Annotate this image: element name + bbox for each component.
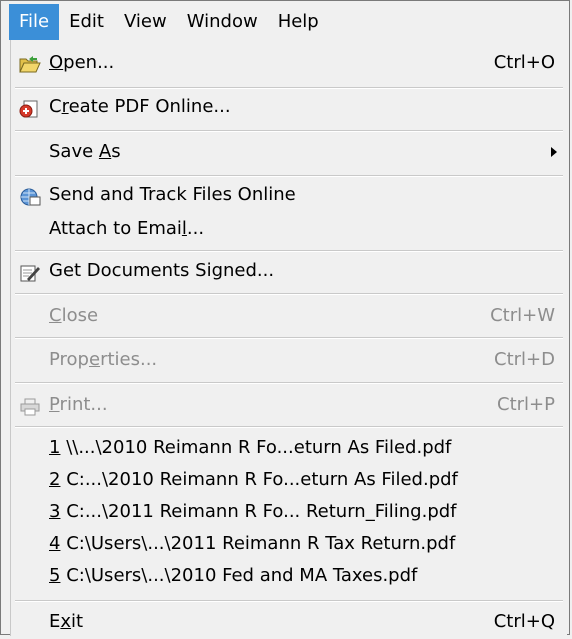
separator: [15, 426, 563, 428]
menu-item-save-as[interactable]: Save As: [11, 135, 567, 169]
recent-file-label: 2 C:...\2010 Reimann R Fo...eturn As Fil…: [49, 463, 458, 497]
menu-item-label: Open...: [49, 46, 114, 80]
shortcut-text: Ctrl+W: [490, 305, 555, 326]
menu-help[interactable]: Help: [268, 4, 329, 40]
recent-file-label: 5 C:\Users\...\2010 Fed and MA Taxes.pdf: [49, 559, 417, 593]
exit-mnemonic: x: [60, 611, 72, 632]
menu-item-label: Exit: [49, 605, 83, 639]
open-label-rest: pen...: [63, 52, 115, 73]
recent-file-label: 4 C:\Users\...\2011 Reimann R Tax Return…: [49, 527, 455, 561]
separator: [15, 600, 563, 602]
create-mnemonic: r: [61, 96, 69, 117]
menu-item-open[interactable]: Open... Ctrl+O: [11, 46, 567, 80]
separator: [15, 293, 563, 295]
close-mnemonic: C: [49, 305, 62, 326]
menu-item-label: Save As: [49, 135, 121, 169]
recent-file-path: C:\Users\...\2011 Reimann R Tax Return.p…: [66, 533, 456, 554]
recent-file-number: 4: [49, 533, 61, 554]
menu-edit[interactable]: Edit: [59, 4, 114, 40]
file-menu-dropdown: Open... Ctrl+O Create PDF Online... Save…: [10, 40, 567, 636]
save-as-mnemonic: A: [98, 141, 112, 162]
separator: [15, 175, 563, 177]
separator: [15, 130, 563, 132]
create-label-rest: eate PDF Online...: [68, 96, 231, 117]
recent-file-number: 2: [49, 469, 61, 490]
shortcut-text: Ctrl+O: [493, 52, 555, 73]
shortcut-text: Ctrl+D: [494, 349, 555, 370]
attach-label-prefix: Attach to Emai: [49, 218, 182, 239]
print-mnemonic: P: [49, 394, 60, 415]
properties-mnemonic: e: [88, 349, 101, 370]
menu-item-attach-to-email[interactable]: Attach to Email...: [11, 212, 567, 246]
shortcut-text: Ctrl+Q: [493, 611, 555, 632]
open-mnemonic: O: [49, 52, 64, 73]
menu-item-properties[interactable]: Properties... Ctrl+D: [11, 343, 567, 377]
menu-item-get-documents-signed[interactable]: Get Documents Signed...: [11, 254, 567, 288]
menu-item-label: Close: [49, 299, 98, 333]
menu-item-label: Create PDF Online...: [49, 90, 231, 124]
menu-item-label: Properties...: [49, 343, 157, 377]
menu-item-label: Attach to Email...: [49, 212, 204, 246]
print-label-rest: rint...: [59, 394, 108, 415]
recent-file-number: 3: [49, 501, 61, 522]
recent-file-5[interactable]: 5 C:\Users\...\2010 Fed and MA Taxes.pdf: [11, 559, 567, 593]
menu-item-close[interactable]: Close Ctrl+W: [11, 299, 567, 333]
save-as-rest: s: [111, 141, 121, 162]
recent-file-1[interactable]: 1 \\...\2010 Reimann R Fo...eturn As Fil…: [11, 431, 567, 465]
attach-label-rest: ...: [186, 218, 205, 239]
menu-item-send-and-track[interactable]: Send and Track Files Online: [11, 178, 567, 212]
menu-item-label: Get Documents Signed...: [49, 260, 275, 281]
menu-item-exit[interactable]: Exit Ctrl+Q: [11, 605, 567, 639]
menu-item-create-pdf-online[interactable]: Create PDF Online...: [11, 90, 567, 124]
recent-file-path: C:...\2011 Reimann R Fo... Return_Filing…: [66, 501, 457, 522]
menu-view[interactable]: View: [114, 4, 177, 40]
recent-file-4[interactable]: 4 C:\Users\...\2011 Reimann R Tax Return…: [11, 527, 567, 561]
properties-label-rest: rties...: [100, 349, 158, 370]
separator: [15, 382, 563, 384]
separator: [15, 87, 563, 89]
separator: [15, 250, 563, 252]
menu-item-label: Print...: [49, 388, 108, 422]
printer-icon: [19, 395, 41, 416]
menu-item-print[interactable]: Print... Ctrl+P: [11, 388, 567, 422]
exit-label-rest: it: [71, 611, 84, 632]
create-label-prefix: C: [49, 96, 62, 117]
recent-file-number: 5: [49, 565, 61, 586]
recent-file-number: 1: [49, 437, 61, 458]
recent-file-label: 1 \\...\2010 Reimann R Fo...eturn As Fil…: [49, 431, 451, 465]
menu-item-label: Send and Track Files Online: [49, 184, 296, 205]
menu-bar: File Edit View Window Help: [9, 4, 329, 40]
submenu-arrow-icon: [551, 147, 557, 157]
separator: [15, 337, 563, 339]
properties-label-prefix: Prop: [49, 349, 89, 370]
folder-open-icon: [19, 53, 41, 73]
recent-file-3[interactable]: 3 C:...\2011 Reimann R Fo... Return_Fili…: [11, 495, 567, 529]
exit-label-prefix: E: [49, 611, 61, 632]
recent-file-path: \\...\2010 Reimann R Fo...eturn As Filed…: [66, 437, 452, 458]
shortcut-text: Ctrl+P: [497, 394, 555, 415]
recent-file-2[interactable]: 2 C:...\2010 Reimann R Fo...eturn As Fil…: [11, 463, 567, 497]
menu-file[interactable]: File: [9, 4, 60, 40]
recent-file-label: 3 C:...\2011 Reimann R Fo... Return_Fili…: [49, 495, 457, 529]
application-window: File Edit View Window Help Open... Ctrl+…: [0, 0, 570, 636]
create-pdf-icon: [19, 97, 41, 118]
recent-file-path: C:...\2010 Reimann R Fo...eturn As Filed…: [66, 469, 458, 490]
save-as-prefix: Save: [49, 141, 99, 162]
menu-window[interactable]: Window: [177, 4, 268, 40]
recent-file-path: C:\Users\...\2010 Fed and MA Taxes.pdf: [66, 565, 418, 586]
sign-document-icon: [19, 261, 41, 282]
send-track-globe-icon: [19, 185, 41, 206]
close-label-rest: lose: [61, 305, 99, 326]
